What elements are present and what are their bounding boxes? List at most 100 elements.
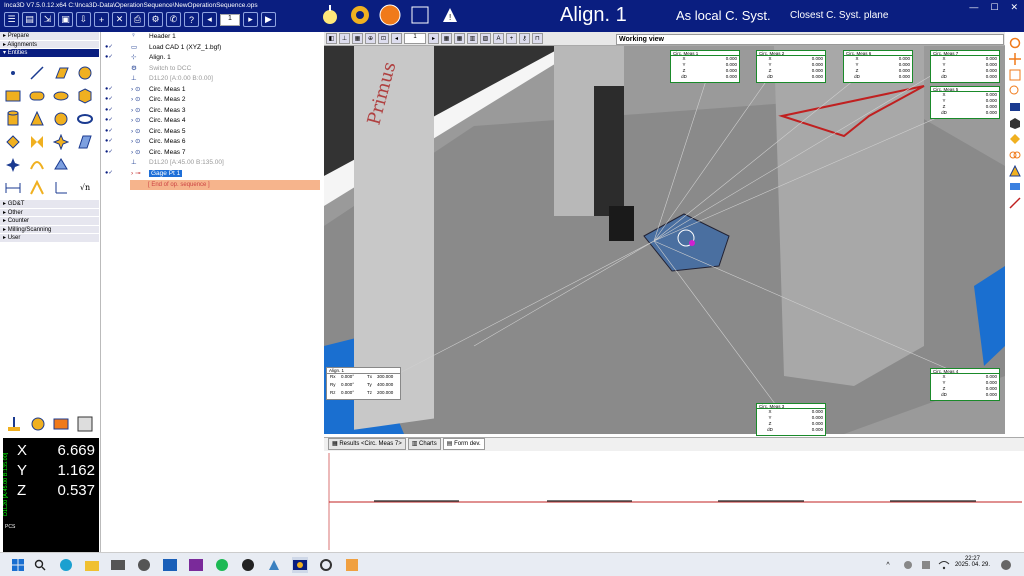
circ-meas-box[interactable]: Circ. Meas 4 X 0.000 Y 0.000 Z 0.000 dD 0.000 xyxy=(930,368,1000,401)
view-page-input[interactable]: 1 xyxy=(404,33,426,44)
view-select-icon[interactable]: ◧ xyxy=(326,33,337,44)
ellipse-icon[interactable] xyxy=(49,84,73,107)
intersection-icon[interactable] xyxy=(1,130,25,153)
tray-icon-2[interactable] xyxy=(918,557,934,573)
run-icon[interactable]: ▶ xyxy=(261,12,276,27)
tray-icon-1[interactable] xyxy=(900,557,916,573)
tree-item[interactable]: ●✓ ⊹ Align. 1 xyxy=(101,53,323,64)
slot-icon[interactable] xyxy=(25,84,49,107)
fit-icon[interactable] xyxy=(1009,68,1022,81)
plane-icon[interactable] xyxy=(49,61,73,84)
settings-gear-icon[interactable] xyxy=(318,557,334,573)
tree-item[interactable]: ●✓ › ⊙ Circ. Meas 6 xyxy=(101,137,323,148)
tab-form-dev[interactable]: ▤ Form dev. xyxy=(442,438,485,450)
probe-change-icon[interactable] xyxy=(28,414,48,434)
app-icon-1[interactable] xyxy=(110,557,126,573)
add-icon[interactable]: + xyxy=(94,12,109,27)
category-gdt[interactable]: ▸ GD&T xyxy=(0,200,99,209)
step-left-icon[interactable]: ◂ xyxy=(202,12,217,27)
circ-meas-box[interactable]: Circ. Meas 3 X 0.000 Y 0.000 Z 0.000 dD 0.000 xyxy=(756,403,826,436)
cylinder-icon[interactable] xyxy=(1,107,25,130)
mesh-icon[interactable] xyxy=(49,153,73,176)
line-icon[interactable] xyxy=(25,61,49,84)
delete-icon[interactable]: ✕ xyxy=(112,12,127,27)
distance-icon[interactable] xyxy=(1,176,25,199)
screen-icon[interactable] xyxy=(1009,180,1022,193)
save-icon[interactable]: ▣ xyxy=(58,12,73,27)
maximize-icon[interactable]: ☐ xyxy=(990,2,998,13)
chain-icon[interactable] xyxy=(1009,148,1022,161)
view-plus-icon[interactable]: + xyxy=(506,33,517,44)
torus-icon[interactable] xyxy=(73,107,97,130)
stop-icon[interactable] xyxy=(408,2,432,28)
category-milling[interactable]: ▸ Milling/Scanning xyxy=(0,225,99,234)
spotify-icon[interactable] xyxy=(214,557,230,573)
tree-item[interactable]: ●✓ › ⊙ Circ. Meas 5 xyxy=(101,127,323,138)
tree-item[interactable]: ●✓ › ⊙ Circ. Meas 3 xyxy=(101,106,323,117)
rotate-icon[interactable] xyxy=(1009,36,1022,49)
projection-icon[interactable] xyxy=(49,130,73,153)
step-right-icon[interactable]: ▸ xyxy=(243,12,258,27)
end-of-sequence-row[interactable]: [ End of op. sequence ] xyxy=(130,180,320,190)
view-prev-icon[interactable]: ◂ xyxy=(391,33,402,44)
view-zoom-icon[interactable]: ⊕ xyxy=(365,33,376,44)
view-padlock-icon[interactable]: ⊓ xyxy=(532,33,543,44)
category-counter[interactable]: ▸ Counter xyxy=(0,217,99,226)
outlook-icon[interactable] xyxy=(162,557,178,573)
view-text-icon[interactable]: A xyxy=(493,33,504,44)
view-key-icon[interactable]: ⚷ xyxy=(519,33,530,44)
measure-icon[interactable] xyxy=(1009,196,1022,209)
coordinate-icon[interactable] xyxy=(49,176,73,199)
cube-icon[interactable] xyxy=(1009,116,1022,129)
wifi-icon[interactable] xyxy=(936,557,952,573)
tab-charts[interactable]: ▥ Charts xyxy=(407,438,441,450)
tree-item[interactable]: ⚙ Switch to DCC xyxy=(101,64,323,75)
windows-start-icon[interactable] xyxy=(10,557,26,573)
view-table-icon[interactable]: ▦ xyxy=(352,33,363,44)
settings-icon[interactable]: ⚙ xyxy=(148,12,163,27)
curve-icon[interactable] xyxy=(25,153,49,176)
view-grid2-icon[interactable]: ▦ xyxy=(454,33,465,44)
gear-icon[interactable] xyxy=(348,2,372,28)
closest-plane-label[interactable]: Closest C. Syst. plane xyxy=(790,10,888,21)
close-icon[interactable]: ✕ xyxy=(1010,2,1018,13)
view-lock-icon[interactable]: ⊡ xyxy=(378,33,389,44)
machine-settings-icon[interactable] xyxy=(75,414,95,434)
print-icon[interactable]: ⎙ xyxy=(130,12,145,27)
app-icon-2[interactable] xyxy=(136,557,152,573)
category-alignments[interactable]: ▸ Alignments xyxy=(0,40,99,49)
tree-item[interactable]: ●✓ › ⊙ Circ. Meas 7 xyxy=(101,148,323,159)
notification-icon[interactable] xyxy=(998,557,1014,573)
toolchanger-icon[interactable] xyxy=(52,414,72,434)
category-user[interactable]: ▸ User xyxy=(0,234,99,243)
tree-item[interactable]: ⊥ D1L20 [A:0.00 B:0.00] xyxy=(101,74,323,85)
app-icon-4[interactable] xyxy=(266,557,282,573)
list-icon[interactable]: ☰ xyxy=(4,12,19,27)
warning-icon[interactable]: ! xyxy=(438,2,462,28)
edge-icon[interactable] xyxy=(58,557,74,573)
cone-icon[interactable] xyxy=(25,107,49,130)
hexagon-icon[interactable] xyxy=(73,84,97,107)
category-entities[interactable]: ▾ Entities xyxy=(0,49,99,58)
star-point-icon[interactable] xyxy=(1,153,25,176)
circ-meas-box[interactable]: Circ. Meas 6 X 0.000 Y 0.000 Z 0.000 dD 0.000 xyxy=(843,50,913,83)
point-icon[interactable] xyxy=(1,61,25,84)
open-file-icon[interactable]: ⇲ xyxy=(40,12,55,27)
view-probe-icon[interactable]: ⊥ xyxy=(339,33,350,44)
local-system-label[interactable]: As local C. Syst. xyxy=(676,8,771,23)
circ-meas-box[interactable]: Circ. Meas 7 X 0.000 Y 0.000 Z 0.000 dD 0.000 xyxy=(930,50,1000,83)
section-icon[interactable] xyxy=(1009,132,1022,145)
export-icon[interactable]: ⇩ xyxy=(76,12,91,27)
symmetry-icon[interactable] xyxy=(25,130,49,153)
formula-icon[interactable]: √n xyxy=(73,176,97,199)
rectangle-icon[interactable] xyxy=(1,84,25,107)
view-image-icon[interactable]: ▨ xyxy=(480,33,491,44)
tree-item[interactable]: ●✓ › ⊸ Gage Pt 1 xyxy=(101,169,323,180)
tree-item[interactable]: ♀ Header 1 xyxy=(101,32,323,43)
onenote-icon[interactable] xyxy=(188,557,204,573)
app-icon-3[interactable] xyxy=(240,557,256,573)
tab-results[interactable]: ▦ Results <Circ. Meas 7> xyxy=(328,438,406,450)
view-pages-icon[interactable]: ▥ xyxy=(467,33,478,44)
help-icon[interactable]: ? xyxy=(184,12,199,27)
tree-item[interactable]: ●✓ › ⊙ Circ. Meas 4 xyxy=(101,116,323,127)
